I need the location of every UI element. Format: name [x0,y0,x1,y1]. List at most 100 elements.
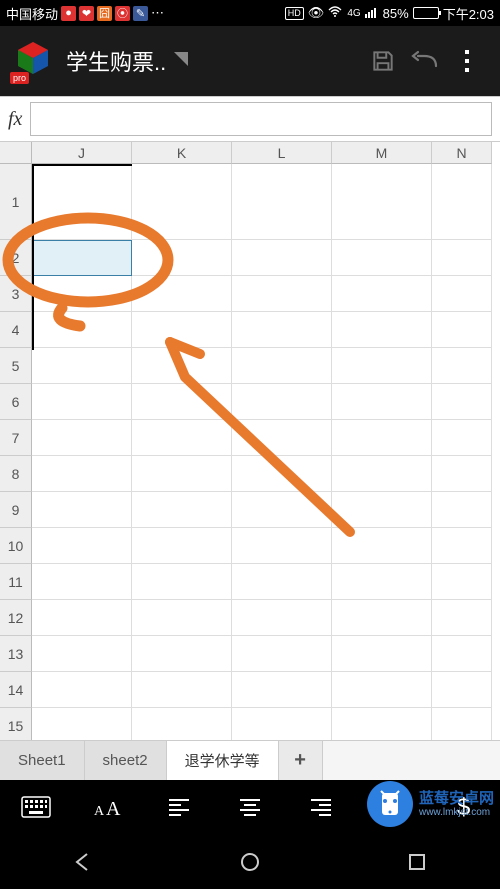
cell[interactable] [32,384,132,420]
sheet-tab-active[interactable]: 退学休学等 [167,741,279,780]
cell[interactable] [332,636,432,672]
cell[interactable] [32,672,132,708]
cell[interactable] [332,708,432,740]
cell[interactable] [432,708,492,740]
col-header[interactable]: L [232,142,332,164]
row-header[interactable]: 2 [0,240,32,276]
formula-input[interactable] [30,102,492,136]
cell[interactable] [432,384,492,420]
cell[interactable] [332,492,432,528]
save-button[interactable] [362,40,404,82]
cell[interactable] [432,276,492,312]
cell[interactable] [32,528,132,564]
cell[interactable] [132,636,232,672]
cell[interactable] [332,312,432,348]
cell[interactable] [332,564,432,600]
col-header[interactable]: K [132,142,232,164]
row-header[interactable]: 1 [0,164,32,240]
cell[interactable] [132,384,232,420]
cell[interactable] [232,276,332,312]
cell[interactable] [432,312,492,348]
cell[interactable] [32,164,132,240]
cell[interactable] [132,456,232,492]
cell[interactable] [432,456,492,492]
cell[interactable] [232,312,332,348]
cell[interactable] [232,708,332,740]
cell[interactable] [432,564,492,600]
align-center-button[interactable] [230,787,270,827]
cell[interactable] [232,492,332,528]
row-header[interactable]: 7 [0,420,32,456]
cell[interactable] [32,492,132,528]
cell[interactable] [332,164,432,240]
cell[interactable] [132,312,232,348]
cell[interactable] [232,164,332,240]
row-header[interactable]: 14 [0,672,32,708]
cell[interactable] [332,456,432,492]
cell[interactable] [332,420,432,456]
row-header[interactable]: 6 [0,384,32,420]
cell[interactable] [232,564,332,600]
cell[interactable] [432,164,492,240]
cell[interactable] [432,420,492,456]
row-header[interactable]: 9 [0,492,32,528]
row-header[interactable]: 13 [0,636,32,672]
select-all-corner[interactable] [0,142,32,164]
cell[interactable] [132,528,232,564]
row-header[interactable]: 8 [0,456,32,492]
cell[interactable] [32,312,132,348]
cell[interactable] [232,456,332,492]
cell[interactable] [232,384,332,420]
sheet-tab[interactable]: Sheet1 [0,741,85,780]
cell[interactable] [32,276,132,312]
cell[interactable] [432,636,492,672]
cell[interactable] [132,672,232,708]
cell[interactable] [132,420,232,456]
back-button[interactable] [63,842,103,882]
cell[interactable] [432,672,492,708]
spreadsheet-area[interactable]: J K L M N 1 2 3 4 5 6 7 8 9 10 11 12 13 … [0,142,500,740]
cell[interactable] [132,564,232,600]
font-button[interactable]: AA [87,787,127,827]
cell[interactable] [132,348,232,384]
cell[interactable] [432,240,492,276]
cell[interactable] [32,348,132,384]
cell[interactable] [332,348,432,384]
align-left-button[interactable] [159,787,199,827]
cell[interactable] [132,600,232,636]
row-header[interactable]: 3 [0,276,32,312]
cell[interactable] [32,600,132,636]
keyboard-button[interactable] [16,787,56,827]
cell[interactable] [232,348,332,384]
cell[interactable] [32,708,132,740]
fx-label[interactable]: fx [8,108,22,131]
cell[interactable] [232,420,332,456]
row-header[interactable]: 11 [0,564,32,600]
row-header[interactable]: 4 [0,312,32,348]
cell[interactable] [132,708,232,740]
menu-button[interactable] [446,40,488,82]
cell[interactable] [332,276,432,312]
cell[interactable] [132,492,232,528]
cell[interactable] [32,636,132,672]
row-header[interactable]: 10 [0,528,32,564]
cell[interactable] [132,164,232,240]
cell[interactable] [32,420,132,456]
cell[interactable] [432,600,492,636]
recents-button[interactable] [397,842,437,882]
row-header[interactable]: 15 [0,708,32,740]
app-logo[interactable]: pro [12,40,54,82]
col-header[interactable]: M [332,142,432,164]
align-right-button[interactable] [301,787,341,827]
document-title[interactable]: 学生购票.. [66,45,166,77]
cell[interactable] [132,240,232,276]
col-header[interactable]: J [32,142,132,164]
cell[interactable] [232,528,332,564]
cell[interactable] [332,672,432,708]
cell[interactable] [132,276,232,312]
cell[interactable] [432,348,492,384]
cell[interactable] [232,600,332,636]
cell[interactable] [332,600,432,636]
undo-button[interactable] [404,40,446,82]
cell-selected[interactable] [32,240,132,276]
